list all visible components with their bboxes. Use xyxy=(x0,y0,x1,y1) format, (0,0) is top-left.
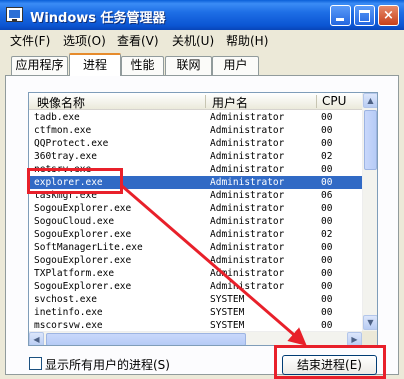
annotation-arrow-icon xyxy=(121,184,307,346)
